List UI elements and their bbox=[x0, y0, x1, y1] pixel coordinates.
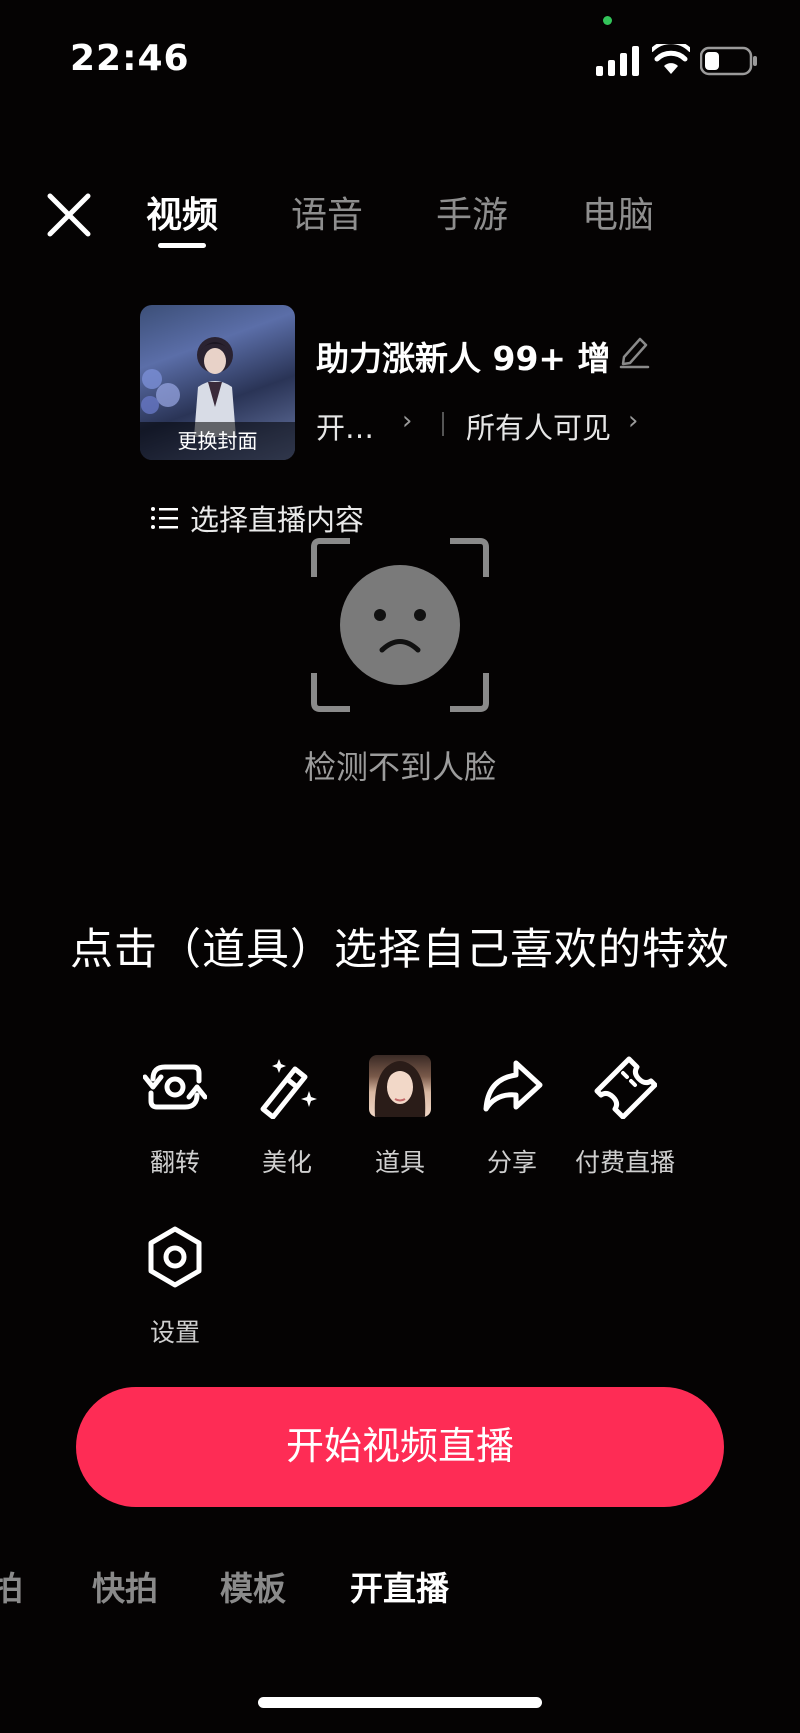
props-avatar-icon bbox=[369, 1055, 431, 1117]
visibility-chevron-icon: › bbox=[628, 406, 639, 436]
change-cover-label[interactable]: 更换封面 bbox=[140, 422, 295, 460]
cellular-signal-icon bbox=[596, 46, 639, 76]
face-detect-message: 检测不到人脸 bbox=[303, 748, 496, 786]
meta-divider bbox=[442, 412, 444, 436]
face-detect-frame-icon bbox=[311, 538, 489, 712]
tool-paid-live[interactable]: 付费直播 bbox=[565, 1055, 685, 1179]
mode-photo[interactable]: 拍 bbox=[0, 1562, 23, 1610]
tool-share-label: 分享 bbox=[486, 1148, 537, 1177]
magic-wand-icon bbox=[260, 1059, 317, 1119]
visibility-setting[interactable]: 所有人可见 bbox=[466, 405, 611, 447]
active-tab-indicator bbox=[158, 243, 206, 248]
edit-pencil-icon[interactable] bbox=[618, 333, 650, 369]
tool-beautify[interactable]: 美化 bbox=[227, 1055, 347, 1179]
share-arrow-icon bbox=[483, 1060, 543, 1112]
tool-settings-label: 设置 bbox=[149, 1318, 200, 1347]
tool-flip[interactable]: 翻转 bbox=[115, 1055, 235, 1179]
tab-mobile-game[interactable]: 手游 bbox=[436, 186, 508, 238]
select-content-button[interactable]: 选择直播内容 bbox=[150, 497, 364, 539]
start-video-live-button[interactable]: 开始视频直播 bbox=[76, 1387, 724, 1507]
privacy-indicator-dot bbox=[603, 16, 612, 25]
tool-share[interactable]: 分享 bbox=[452, 1055, 572, 1179]
tool-settings[interactable]: 设置 bbox=[115, 1225, 235, 1349]
flip-camera-icon bbox=[143, 1064, 207, 1110]
tab-computer[interactable]: 电脑 bbox=[582, 186, 654, 238]
tool-beautify-label: 美化 bbox=[261, 1148, 312, 1177]
wifi-icon bbox=[652, 44, 690, 74]
tab-video[interactable]: 视频 bbox=[146, 186, 218, 238]
mode-quick-shot[interactable]: 快拍 bbox=[92, 1562, 158, 1610]
cover-character-image bbox=[194, 337, 236, 437]
tab-voice[interactable]: 语音 bbox=[291, 186, 363, 238]
live-title[interactable]: 助力涨新人 99+ 增 bbox=[316, 332, 611, 380]
effects-hint-text: 点击（道具）选择自己喜欢的特效 bbox=[70, 925, 730, 975]
cover-flowers-image bbox=[141, 369, 180, 414]
tool-props-label: 道具 bbox=[374, 1148, 425, 1177]
live-category[interactable]: 开… bbox=[316, 405, 374, 447]
category-chevron-icon: › bbox=[402, 406, 413, 436]
cover-thumbnail[interactable]: 更换封面 bbox=[140, 305, 295, 460]
battery-icon bbox=[700, 46, 757, 76]
mode-template[interactable]: 模板 bbox=[220, 1562, 286, 1610]
home-indicator[interactable] bbox=[258, 1697, 542, 1708]
tool-paid-live-label: 付费直播 bbox=[574, 1148, 675, 1177]
ticket-icon bbox=[594, 1056, 657, 1119]
tool-props[interactable]: 道具 bbox=[340, 1055, 460, 1179]
select-content-label: 选择直播内容 bbox=[190, 503, 365, 537]
settings-hexagon-icon bbox=[148, 1226, 202, 1288]
tool-flip-label: 翻转 bbox=[149, 1148, 200, 1177]
close-icon[interactable] bbox=[44, 190, 94, 240]
list-icon bbox=[151, 507, 178, 529]
mode-go-live[interactable]: 开直播 bbox=[350, 1562, 449, 1610]
status-time: 22:46 bbox=[70, 38, 190, 79]
